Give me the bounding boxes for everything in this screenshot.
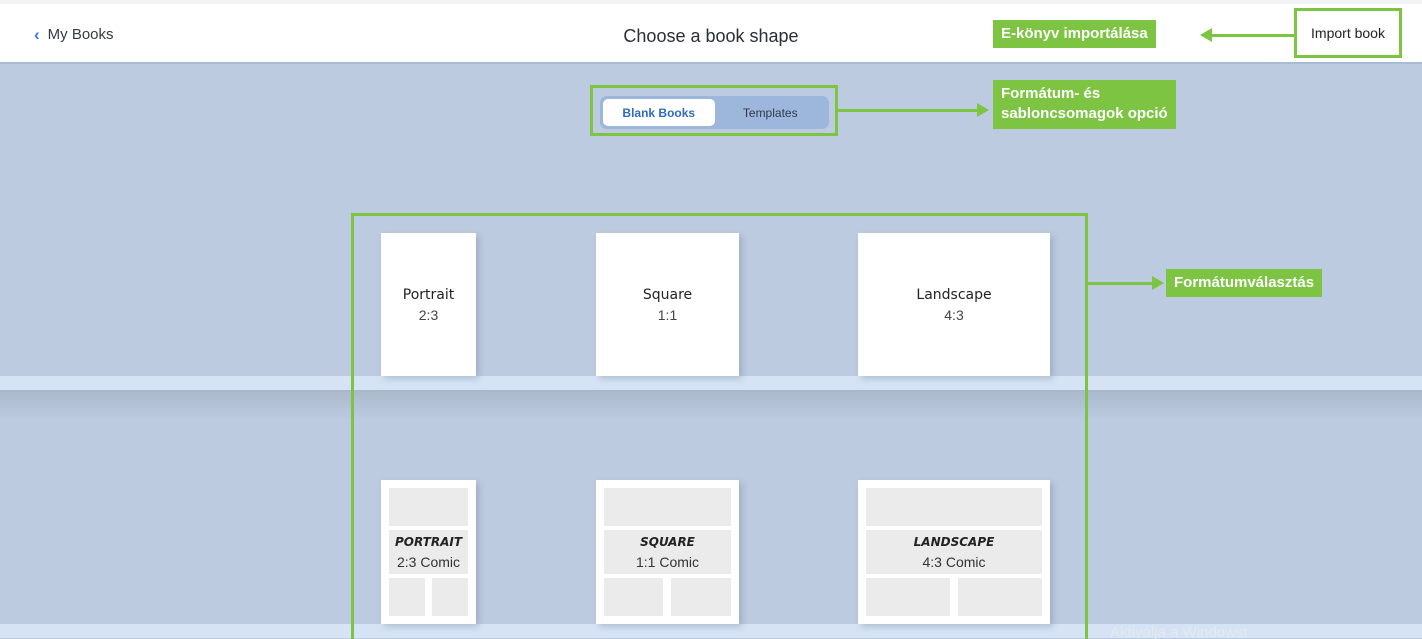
annotation-import-label: E-könyv importálása xyxy=(993,20,1156,49)
annotation-tabs-line2: sabloncsomagok opció xyxy=(1001,105,1168,123)
annotation-arrow-line xyxy=(1210,34,1294,37)
windows-activation-watermark: Aktiválja a Windowst xyxy=(1110,624,1248,639)
annotation-tabs-box xyxy=(590,85,838,136)
arrow-head-icon xyxy=(977,103,989,117)
annotation-arrow-line xyxy=(1088,282,1154,285)
annotation-formats-label: Formátumválasztás xyxy=(1166,269,1323,298)
annotation-tabs-line1: Formátum- és xyxy=(1001,85,1101,102)
annotation-formats-box xyxy=(351,213,1088,639)
annotation-arrow-line xyxy=(838,109,978,112)
arrow-head-icon xyxy=(1152,276,1164,290)
annotation-tabs-label: Formátum- és sabloncsomagok opció xyxy=(993,80,1176,129)
import-book-button[interactable]: Import book xyxy=(1294,8,1402,58)
